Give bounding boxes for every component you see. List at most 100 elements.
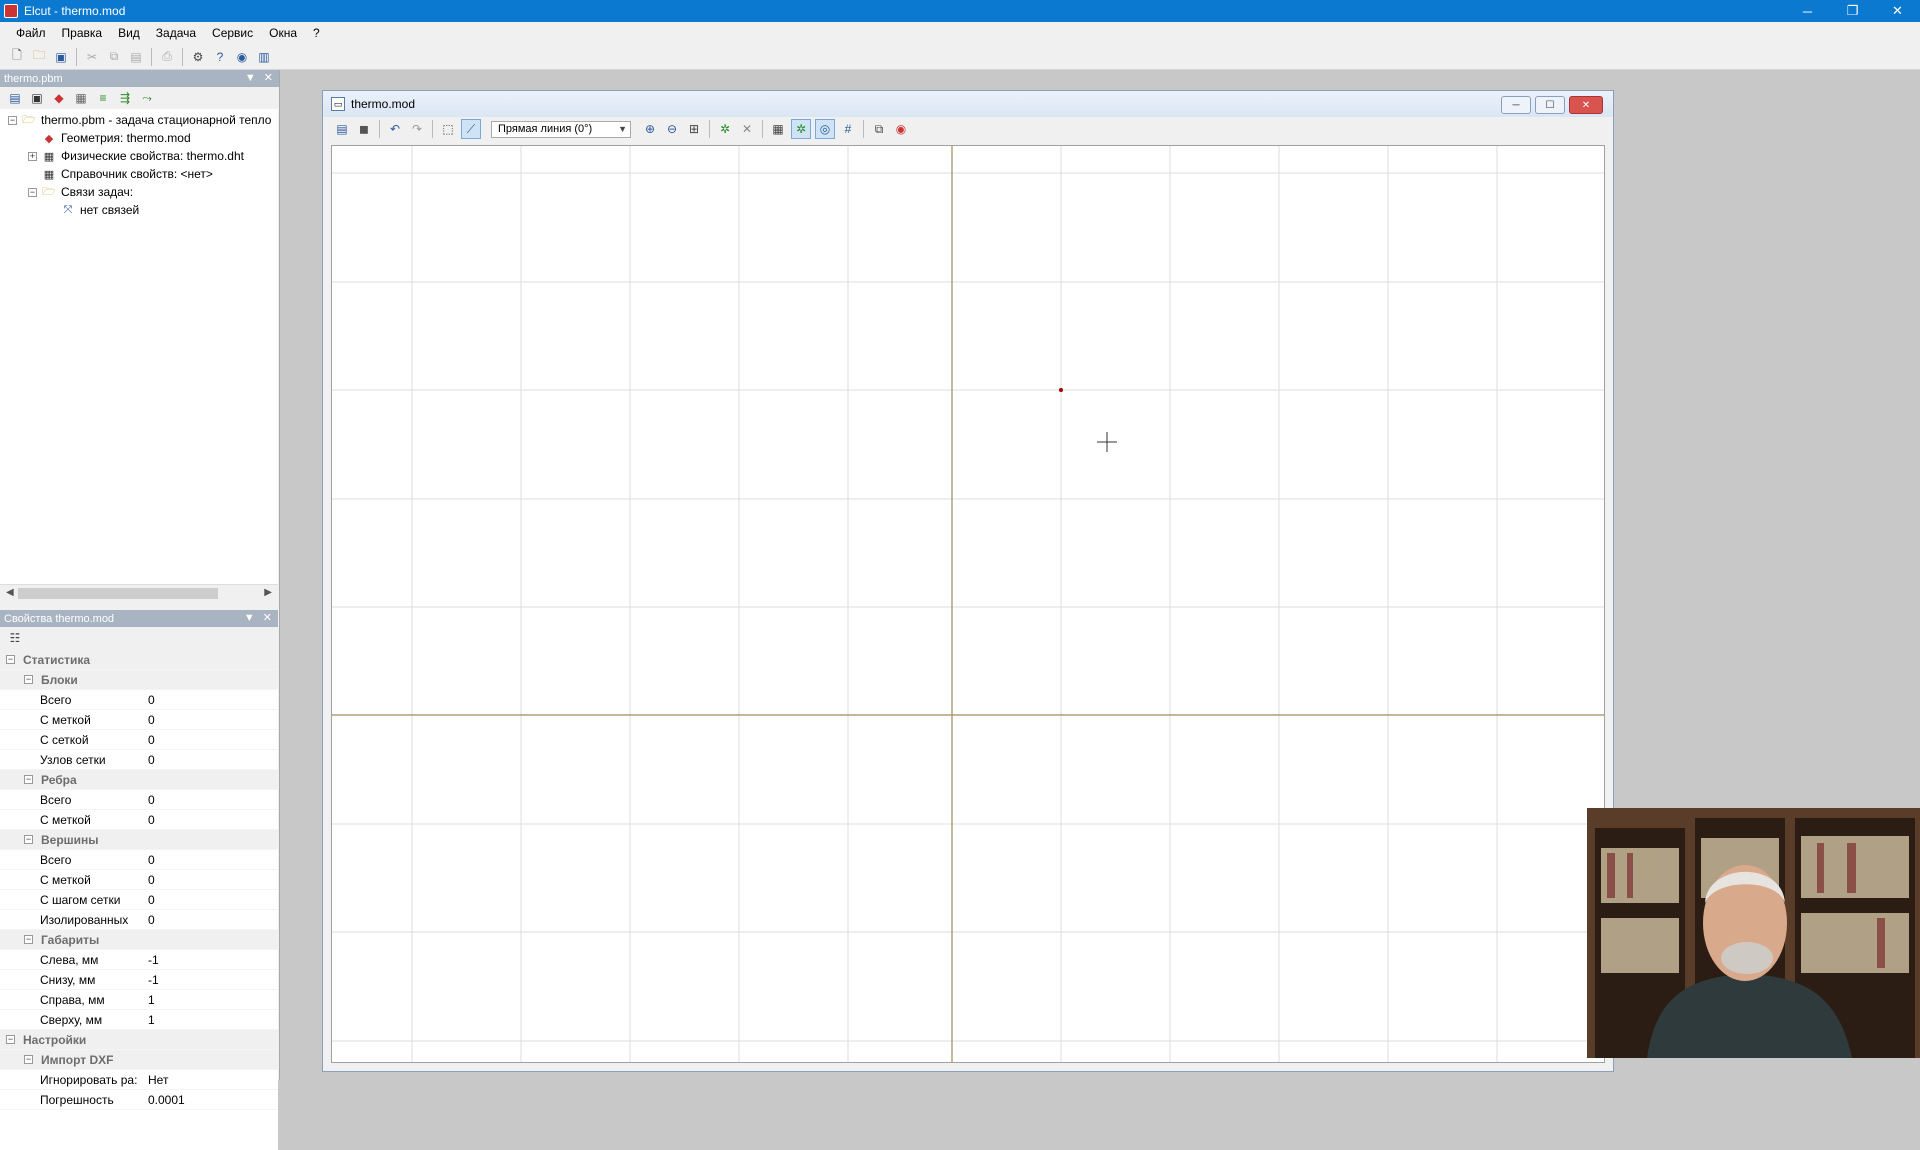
show-grid-icon[interactable]: # <box>839 120 857 138</box>
property-value[interactable]: 0 <box>144 853 155 867</box>
scroll-right-icon[interactable]: ▶ <box>264 587 272 598</box>
property-row[interactable]: Всего 0 <box>0 690 278 710</box>
property-row[interactable]: Слева, мм -1 <box>0 950 278 970</box>
property-value[interactable]: -1 <box>144 953 159 967</box>
panel-close-icon[interactable]: ✕ <box>264 70 273 87</box>
results-icon[interactable]: ⤳ <box>138 89 156 107</box>
child-close-button[interactable]: ✕ <box>1569 96 1603 114</box>
vertex-point[interactable] <box>1059 388 1063 392</box>
property-category[interactable]: − Блоки <box>0 670 278 690</box>
category-collapse-icon[interactable]: − <box>24 935 33 944</box>
category-collapse-icon[interactable]: − <box>24 1055 33 1064</box>
property-value[interactable]: 0 <box>144 873 155 887</box>
settings-gear-icon[interactable]: ⚙ <box>189 48 207 66</box>
panel-close-icon[interactable]: ✕ <box>263 610 272 627</box>
property-row[interactable]: С меткой 0 <box>0 810 278 830</box>
property-category[interactable]: − Габариты <box>0 930 278 950</box>
property-row[interactable]: С сеткой 0 <box>0 730 278 750</box>
menu-windows[interactable]: Окна <box>261 26 305 40</box>
property-value[interactable]: 1 <box>144 1013 155 1027</box>
minimize-button[interactable]: ─ <box>1785 0 1830 22</box>
property-value[interactable]: -1 <box>144 973 159 987</box>
open-folder-icon[interactable]: 🗀 <box>30 48 48 66</box>
edit-data-icon[interactable]: ▦ <box>72 89 90 107</box>
property-row[interactable]: С меткой 0 <box>0 710 278 730</box>
menu-problem[interactable]: Задача <box>148 26 204 40</box>
zoom-in-icon[interactable]: ⊕ <box>641 120 659 138</box>
block-icon[interactable]: ◼ <box>355 120 373 138</box>
tree-item-geometry[interactable]: ◆ Геометрия: thermo.mod <box>41 129 191 147</box>
menu-service[interactable]: Сервис <box>204 26 261 40</box>
tree-collapse-icon[interactable]: − <box>8 115 17 125</box>
close-button[interactable]: ✕ <box>1875 0 1920 22</box>
tree-item-property-library[interactable]: ▦ Справочник свойств: <нет> <box>41 165 213 183</box>
property-row[interactable]: Изолированных 0 <box>0 910 278 930</box>
property-row[interactable]: С меткой 0 <box>0 870 278 890</box>
property-value[interactable]: 0 <box>144 733 155 747</box>
panel-menu-icon[interactable]: ▼ <box>244 610 255 627</box>
problem-properties-icon[interactable]: ▤ <box>6 89 24 107</box>
tree-collapse-icon[interactable]: − <box>28 187 37 197</box>
property-category[interactable]: − Ребра <box>0 770 278 790</box>
draw-type-dropdown[interactable]: Прямая линия (0°) ▼ <box>491 120 631 138</box>
restore-button[interactable]: ❐ <box>1830 0 1875 22</box>
help-icon[interactable]: ◉ <box>233 48 251 66</box>
tree-horizontal-scrollbar[interactable]: ◀ ▶ <box>0 584 278 602</box>
categorized-view-icon[interactable]: ☷ <box>6 629 24 647</box>
geometry-icon[interactable]: ◆ <box>50 89 68 107</box>
record-icon[interactable]: ◉ <box>892 120 910 138</box>
geometry-canvas[interactable] <box>331 145 1605 1063</box>
mesh-icon[interactable]: ≡ <box>94 89 112 107</box>
menu-view[interactable]: Вид <box>110 26 148 40</box>
undo-icon[interactable]: ↶ <box>386 120 404 138</box>
tree-expand-icon[interactable]: + <box>28 151 37 161</box>
property-category[interactable]: − Вершины <box>0 830 278 850</box>
category-collapse-icon[interactable]: − <box>24 775 33 784</box>
tree-item-no-links[interactable]: ⤧ нет связей <box>60 201 140 219</box>
zoom-fit-icon[interactable]: ⊞ <box>685 120 703 138</box>
paste-icon[interactable]: ▤ <box>127 48 145 66</box>
redo-icon[interactable]: ↷ <box>408 120 426 138</box>
tree-item-problem-links[interactable]: − 🗁 Связи задач: <box>28 183 133 201</box>
property-category[interactable]: − Статистика <box>0 650 278 670</box>
property-value[interactable]: 0 <box>144 693 155 707</box>
new-file-icon[interactable]: 🗋 <box>8 48 26 66</box>
property-category[interactable]: − Импорт DXF <box>0 1050 278 1070</box>
snap-to-grid-icon[interactable]: ◎ <box>815 119 835 139</box>
grid-settings-icon[interactable]: ▦ <box>769 120 787 138</box>
category-collapse-icon[interactable]: − <box>24 835 33 844</box>
panel-menu-icon[interactable]: ▼ <box>245 70 256 87</box>
property-value[interactable]: 0 <box>144 753 155 767</box>
property-row[interactable]: Сверху, мм 1 <box>0 1010 278 1030</box>
menu-help[interactable]: ? <box>305 26 328 40</box>
zoom-out-icon[interactable]: ⊖ <box>663 120 681 138</box>
properties-icon[interactable]: ▤ <box>333 120 351 138</box>
book-icon[interactable]: ▥ <box>255 48 273 66</box>
scroll-left-icon[interactable]: ◀ <box>6 587 14 598</box>
solve-icon[interactable]: ⇶ <box>116 89 134 107</box>
menu-file[interactable]: Файл <box>8 26 54 40</box>
property-row[interactable]: Снизу, мм -1 <box>0 970 278 990</box>
copy-shape-icon[interactable]: ⧉ <box>870 120 888 138</box>
select-mode-icon[interactable]: ⬚ <box>439 120 457 138</box>
copy-icon[interactable]: ⧉ <box>105 48 123 66</box>
property-row[interactable]: Игнорировать ра: Нет <box>0 1070 278 1090</box>
property-row[interactable]: Погрешность 0.0001 <box>0 1090 278 1110</box>
cut-icon[interactable]: ✂ <box>83 48 101 66</box>
save-icon[interactable]: ▣ <box>52 48 70 66</box>
property-value[interactable]: 1 <box>144 993 155 1007</box>
child-minimize-button[interactable]: ─ <box>1501 96 1531 114</box>
tree-item-problem[interactable]: − 🗁 thermo.pbm - задача стационарной теп… <box>8 111 271 129</box>
show-mesh-icon[interactable]: ✲ <box>791 119 811 139</box>
property-value[interactable]: 0 <box>144 893 155 907</box>
category-collapse-icon[interactable]: − <box>24 675 33 684</box>
problem-save-icon[interactable]: ▣ <box>28 89 46 107</box>
property-value[interactable]: 0 <box>144 913 155 927</box>
property-value[interactable]: 0 <box>144 793 155 807</box>
context-help-icon[interactable]: ? <box>211 48 229 66</box>
draw-mode-icon[interactable]: ⟋ <box>461 119 481 139</box>
tree-item-physical-properties[interactable]: + ▦ Физические свойства: thermo.dht <box>28 147 244 165</box>
property-row[interactable]: Узлов сетки 0 <box>0 750 278 770</box>
build-mesh-icon[interactable]: ✲ <box>716 120 734 138</box>
property-value[interactable]: 0 <box>144 713 155 727</box>
